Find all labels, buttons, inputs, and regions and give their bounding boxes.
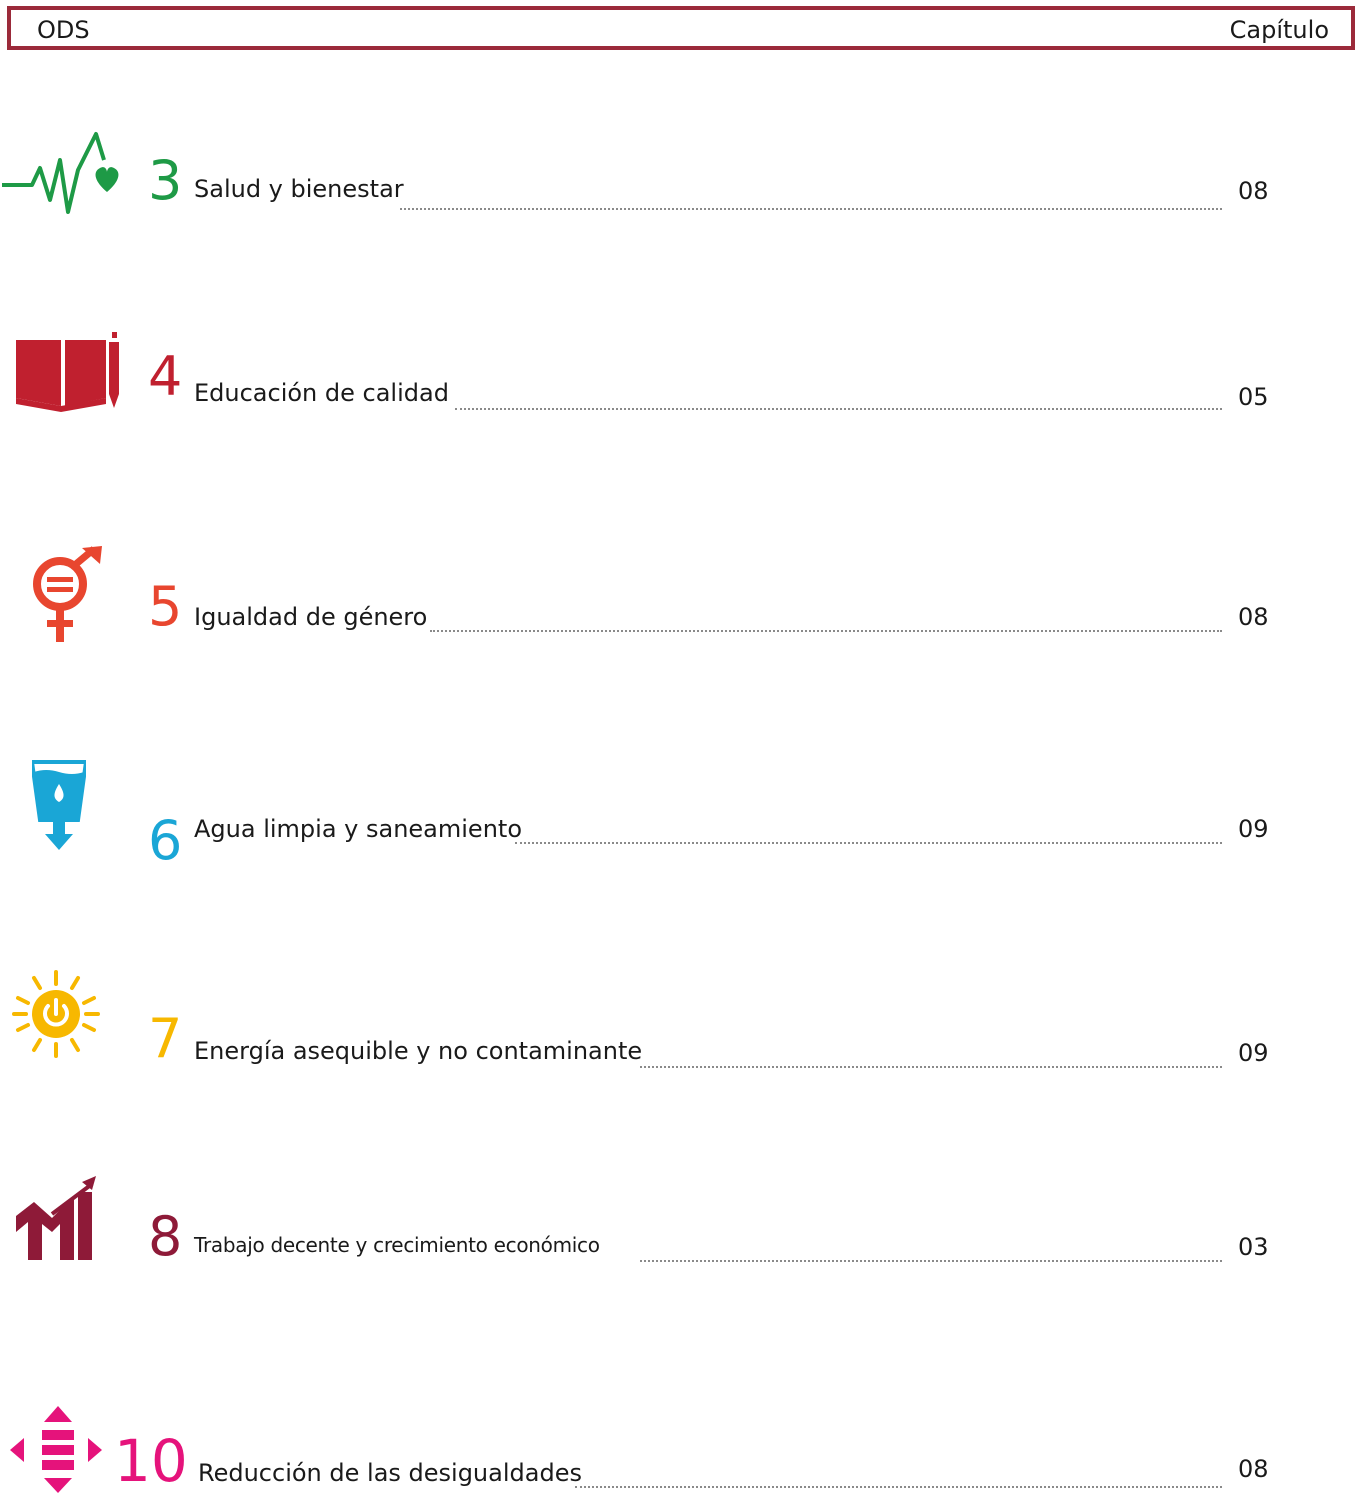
sun-power-icon bbox=[12, 970, 100, 1058]
ods-number: 4 bbox=[148, 345, 183, 408]
ods-number: 8 bbox=[148, 1205, 183, 1268]
leader-dots bbox=[430, 630, 1222, 632]
chapter-number: 08 bbox=[1238, 1455, 1269, 1483]
reduced-inequality-icon bbox=[10, 1406, 102, 1493]
list-item-ods-8: 8 Trabajo decente y crecimiento económic… bbox=[0, 1174, 1368, 1274]
list-item-ods-5: 5 Igualdad de género 08 bbox=[0, 546, 1368, 646]
ods-label: Agua limpia y saneamiento bbox=[194, 814, 530, 844]
ods-column-header: ODS bbox=[37, 16, 90, 44]
chapter-column-header: Capítulo bbox=[1229, 16, 1329, 44]
chapter-number: 03 bbox=[1238, 1233, 1269, 1261]
ods-label: Reducción de las desigualdades bbox=[198, 1458, 590, 1488]
list-item-ods-6: 6 Agua limpia y saneamiento 09 bbox=[0, 758, 1368, 868]
leader-dots bbox=[640, 1066, 1222, 1068]
chapter-number: 05 bbox=[1238, 383, 1269, 411]
water-glass-icon bbox=[32, 760, 86, 850]
book-pencil-icon bbox=[16, 332, 119, 412]
list-item-ods-10: 10 Reducción de las desigualdades 08 bbox=[0, 1398, 1368, 1493]
chapter-number: 09 bbox=[1238, 815, 1269, 843]
ods-label: Igualdad de género bbox=[194, 602, 436, 632]
ods-label: Salud y bienestar bbox=[194, 174, 412, 204]
leader-dots bbox=[515, 842, 1222, 844]
health-heartbeat-icon bbox=[2, 132, 119, 214]
ods-number: 7 bbox=[148, 1007, 183, 1070]
leader-dots bbox=[575, 1486, 1222, 1488]
ods-number: 10 bbox=[114, 1427, 188, 1495]
ods-number: 5 bbox=[148, 575, 183, 638]
chapter-number: 08 bbox=[1238, 603, 1269, 631]
chapter-number: 08 bbox=[1238, 177, 1269, 205]
ods-number: 3 bbox=[148, 149, 183, 212]
table-header: ODS Capítulo bbox=[7, 6, 1355, 50]
ods-label: Trabajo decente y crecimiento económico bbox=[194, 1230, 608, 1260]
leader-dots bbox=[400, 208, 1222, 210]
ods-label: Energía asequible y no contaminante bbox=[194, 1036, 651, 1066]
list-item-ods-7: 7 Energía asequible y no contaminante 09 bbox=[0, 970, 1368, 1070]
growth-chart-icon bbox=[16, 1176, 96, 1260]
gender-equality-icon bbox=[33, 546, 102, 642]
ods-number: 6 bbox=[148, 809, 183, 872]
leader-dots bbox=[640, 1260, 1222, 1262]
ods-label: Educación de calidad bbox=[194, 378, 457, 408]
list-item-ods-3: 3 Salud y bienestar 08 bbox=[0, 128, 1368, 228]
chapter-number: 09 bbox=[1238, 1039, 1269, 1067]
list-item-ods-4: 4 Educación de calidad 05 bbox=[0, 328, 1368, 428]
leader-dots bbox=[455, 408, 1222, 410]
